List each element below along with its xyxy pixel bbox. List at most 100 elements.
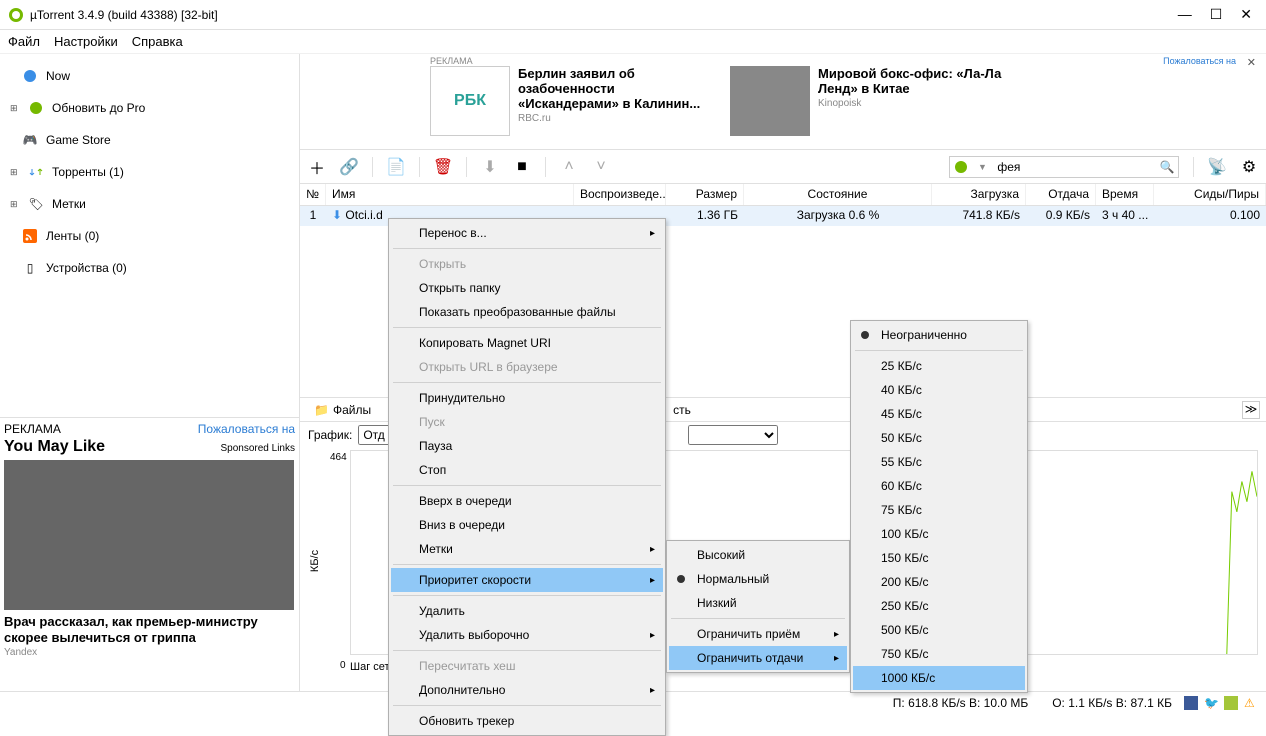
sidebar-item-devices[interactable]: ▯ Устройства (0) [0, 252, 299, 284]
col-up[interactable]: Отдача [1026, 184, 1096, 205]
create-torrent-button[interactable]: 📄 [387, 158, 405, 176]
ad-block-2[interactable]: Мировой бокс-офис: «Ла-Ла Ленд» в Китае … [730, 66, 1018, 145]
device-icon: ▯ [22, 260, 38, 276]
tab-files[interactable]: 📁Файлы [306, 401, 379, 419]
ctx-speed-75[interactable]: 75 КБ/с [853, 498, 1025, 522]
sidebar-label-devices: Устройства (0) [46, 261, 127, 275]
expander-icon[interactable]: ⊞ [10, 103, 20, 114]
col-play[interactable]: Воспроизведе... [574, 184, 666, 205]
tab-speed[interactable]: сть [665, 401, 699, 419]
sidebar-item-labels[interactable]: ⊞ 🏷 Метки [0, 188, 299, 220]
move-up-button[interactable]: ˄ [560, 158, 578, 176]
sidebar-item-gamestore[interactable]: 🎮 Game Store [0, 124, 299, 156]
menu-settings[interactable]: Настройки [54, 34, 118, 49]
ad-block-1[interactable]: РБК Берлин заявил об озабоченности «Иска… [430, 66, 718, 145]
col-name[interactable]: Имя [326, 184, 574, 205]
ctx-pause[interactable]: Пауза [391, 434, 663, 458]
ctx-limit-download[interactable]: Ограничить приём▸ [669, 622, 847, 646]
ad-headline[interactable]: Врач рассказал, как премьер-министру ско… [4, 614, 295, 645]
search-input[interactable] [993, 160, 1156, 174]
col-peers[interactable]: Сиды/Пиры [1154, 184, 1266, 205]
cell-peers: 0.100 [1154, 206, 1266, 226]
ctx-remove[interactable]: Удалить [391, 599, 663, 623]
col-num[interactable]: № [300, 184, 326, 205]
sidebar-item-now[interactable]: Now [0, 60, 299, 92]
ctx-bandwidth-priority[interactable]: Приоритет скорости▸ [391, 568, 663, 592]
ctx-speed-100[interactable]: 100 КБ/с [853, 522, 1025, 546]
add-torrent-button[interactable]: ＋ [308, 158, 326, 176]
facebook-icon[interactable] [1184, 696, 1198, 710]
col-down[interactable]: Загрузка [932, 184, 1026, 205]
search-box[interactable]: ▼ 🔍 [949, 156, 1179, 178]
ctx-open-folder[interactable]: Открыть папку [391, 276, 663, 300]
delete-button[interactable]: 🗑 [434, 158, 452, 176]
ctx-queue-down[interactable]: Вниз в очереди [391, 513, 663, 537]
ctx-move-to[interactable]: Перенос в...▸ [391, 221, 663, 245]
toolbar: ＋ 🔗 📄 🗑 ⬇ ■ ˄ ˅ ▼ 🔍 📡 ⚙ [300, 150, 1266, 184]
android-icon[interactable] [1224, 696, 1238, 710]
sidebar-item-upgrade[interactable]: ⊞ Обновить до Pro [0, 92, 299, 124]
move-down-button[interactable]: ˅ [592, 158, 610, 176]
ctx-copy-magnet[interactable]: Копировать Magnet URI [391, 331, 663, 355]
search-icon[interactable]: 🔍 [1156, 160, 1178, 174]
menu-help[interactable]: Справка [132, 34, 183, 49]
add-url-button[interactable]: 🔗 [340, 158, 358, 176]
stop-button[interactable]: ■ [513, 158, 531, 176]
col-time[interactable]: Время [1096, 184, 1154, 205]
graph-period-select[interactable] [688, 425, 778, 445]
ctx-speed-200[interactable]: 200 КБ/с [853, 570, 1025, 594]
ad-close-icon[interactable]: ✕ [1247, 56, 1256, 69]
minimize-button[interactable]: — [1178, 6, 1192, 23]
col-status[interactable]: Состояние [744, 184, 932, 205]
ctx-queue-up[interactable]: Вверх в очереди [391, 489, 663, 513]
settings-button[interactable]: ⚙ [1240, 158, 1258, 176]
ctx-stop[interactable]: Стоп [391, 458, 663, 482]
sidebar-item-torrents[interactable]: ⊞ Торренты (1) [0, 156, 299, 188]
ctx-advanced[interactable]: Дополнительно▸ [391, 678, 663, 702]
warning-icon[interactable]: ⚠ [1244, 696, 1258, 710]
ctx-speed-150[interactable]: 150 КБ/с [853, 546, 1025, 570]
twitter-icon[interactable]: 🐦 [1204, 696, 1218, 710]
status-upload[interactable]: О: 1.1 КБ/s В: 87.1 КБ [1052, 696, 1172, 710]
expander-icon[interactable]: ⊞ [10, 167, 20, 178]
ad-label: РЕКЛАМА [430, 56, 473, 66]
remote-button[interactable]: 📡 [1208, 158, 1226, 176]
ctx-limit-upload[interactable]: Ограничить отдачи▸ [669, 646, 847, 670]
ad-image[interactable] [4, 460, 294, 610]
ctx-remove-and[interactable]: Удалить выборочно▸ [391, 623, 663, 647]
ctx-labels[interactable]: Метки▸ [391, 537, 663, 561]
ad-headline: Берлин заявил об озабоченности «Искандер… [518, 66, 718, 111]
utorrent-search-icon[interactable] [950, 160, 972, 174]
close-button[interactable]: ✕ [1240, 6, 1252, 23]
ctx-priority-normal[interactable]: Нормальный [669, 567, 847, 591]
ctx-speed-25[interactable]: 25 КБ/с [853, 354, 1025, 378]
maximize-button[interactable]: ☐ [1210, 6, 1223, 23]
ctx-speed-1000[interactable]: 1000 КБ/с [853, 666, 1025, 690]
ctx-force[interactable]: Принудительно [391, 386, 663, 410]
ctx-recheck: Пересчитать хеш [391, 654, 663, 678]
ctx-speed-500[interactable]: 500 КБ/с [853, 618, 1025, 642]
ctx-speed-250[interactable]: 250 КБ/с [853, 594, 1025, 618]
ctx-speed-50[interactable]: 50 КБ/с [853, 426, 1025, 450]
col-size[interactable]: Размер [666, 184, 744, 205]
ad-report-link[interactable]: Пожаловаться на [198, 422, 295, 436]
ctx-speed-unlimited[interactable]: Неограниченно [853, 323, 1025, 347]
ctx-priority-high[interactable]: Высокий [669, 543, 847, 567]
ctx-show-converted[interactable]: Показать преобразованные файлы [391, 300, 663, 324]
expander-icon[interactable]: ⊞ [10, 199, 20, 210]
panel-options-button[interactable]: ≫ [1242, 401, 1260, 419]
ctx-speed-60[interactable]: 60 КБ/с [853, 474, 1025, 498]
ctx-speed-55[interactable]: 55 КБ/с [853, 450, 1025, 474]
ctx-speed-40[interactable]: 40 КБ/с [853, 378, 1025, 402]
sidebar-item-feeds[interactable]: Ленты (0) [0, 220, 299, 252]
ctx-speed-750[interactable]: 750 КБ/с [853, 642, 1025, 666]
ctx-speed-45[interactable]: 45 КБ/с [853, 402, 1025, 426]
ad-report-link[interactable]: Пожаловаться на [1163, 56, 1236, 66]
ctx-priority-low[interactable]: Низкий [669, 591, 847, 615]
menu-file[interactable]: Файл [8, 34, 40, 49]
ctx-start: Пуск [391, 410, 663, 434]
dropdown-icon[interactable]: ▼ [972, 162, 994, 172]
start-button[interactable]: ⬇ [481, 158, 499, 176]
status-download[interactable]: П: 618.8 КБ/s В: 10.0 МБ [893, 696, 1028, 710]
tag-icon: 🏷 [28, 196, 44, 212]
